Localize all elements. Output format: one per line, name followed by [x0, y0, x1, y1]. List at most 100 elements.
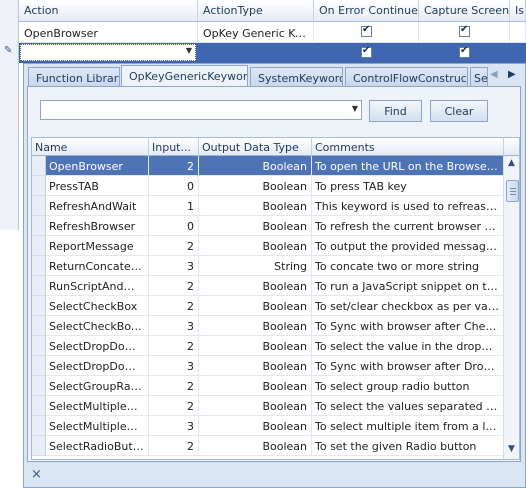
- on-error-checkbox[interactable]: ✔: [361, 45, 372, 58]
- table-row[interactable]: ReturnConcaten... 3 String To concate two o…: [32, 256, 504, 276]
- row-indicator[interactable]: [32, 356, 46, 376]
- cell-out: Boolean: [199, 176, 312, 196]
- cell-comment: This keyword is used to refreash bro...: [312, 196, 504, 216]
- cell-comment: To Sync with browser after CheckBo...: [312, 316, 504, 336]
- cell-comment: To Sync with browser after Dropdo...: [312, 356, 504, 376]
- cell-out: Boolean: [199, 416, 312, 436]
- cell-out: Boolean: [199, 196, 312, 216]
- table-row[interactable]: SelectMultipleDro... 2 Boolean To select th…: [32, 396, 504, 416]
- row-indicator[interactable]: [32, 156, 46, 176]
- row-indicator[interactable]: [32, 436, 46, 456]
- grid-cell-actiontype[interactable]: OpKey Generic Key...: [198, 22, 314, 43]
- row-indicator[interactable]: [32, 296, 46, 316]
- tab-systemkeyword[interactable]: SystemKeyword: [250, 67, 343, 87]
- table-row[interactable]: OpenBrowser 2 Boolean To open the URL on th…: [32, 156, 504, 176]
- cell-comment: To select multiple item from a list bo..…: [312, 416, 504, 436]
- table-row[interactable]: SelectRadioButton 2 Boolean To set the give…: [32, 436, 504, 456]
- tab-scroll-left-icon[interactable]: ◀: [490, 69, 498, 80]
- cell-name: RefreshAndWait: [46, 196, 149, 216]
- table-row[interactable]: SelectCheckBox 2 Boolean To set/clear check…: [32, 296, 504, 316]
- cell-inputs: 2: [149, 336, 199, 356]
- cell-name: ReportMessage: [46, 236, 149, 256]
- table-row[interactable]: SelectCheckBox... 3 Boolean To Sync with br…: [32, 316, 504, 336]
- cell-name: SelectMultipleDro...: [46, 396, 149, 416]
- col-header-name[interactable]: Name: [32, 138, 149, 156]
- scroll-thumb[interactable]: [506, 180, 519, 202]
- row-indicator[interactable]: [32, 216, 46, 236]
- cell-comment: To set the given Radio button: [312, 436, 504, 456]
- col-header-on-error-continue[interactable]: On Error Continue: [314, 0, 419, 22]
- tab-function-library[interactable]: Function Library: [28, 67, 120, 87]
- table-row[interactable]: SelectMultipleDro... 3 Boolean To select mu…: [32, 416, 504, 436]
- col-header-capture-screen[interactable]: Capture Screen: [419, 0, 510, 22]
- tab-more[interactable]: Se: [470, 67, 488, 87]
- close-icon[interactable]: ×: [31, 467, 42, 482]
- cell-inputs: 3: [149, 256, 199, 276]
- grid-cell-is[interactable]: [510, 22, 526, 43]
- tab-content: ▼ Find Clear Name Input... Output Data T…: [27, 86, 521, 462]
- dropdown-arrow-icon[interactable]: ▼: [186, 46, 192, 55]
- table-row[interactable]: PressTAB 0 Boolean To press TAB key: [32, 176, 504, 196]
- grid-cell-capture-2[interactable]: ✔: [419, 43, 510, 63]
- col-header-inputs[interactable]: Input...: [149, 138, 199, 156]
- grid-cell-capture[interactable]: ✔: [419, 22, 510, 43]
- table-row[interactable]: ReportMessage 2 Boolean To output the provi…: [32, 236, 504, 256]
- clear-button[interactable]: Clear: [430, 100, 488, 122]
- col-header-is[interactable]: Is: [510, 0, 526, 22]
- cell-out: Boolean: [199, 336, 312, 356]
- capture-screen-checkbox[interactable]: ✔: [459, 45, 470, 58]
- cell-comment: To output the provided message; us...: [312, 236, 504, 256]
- search-combo[interactable]: ▼: [40, 100, 362, 120]
- row-indicator[interactable]: [32, 336, 46, 356]
- cell-name: SelectCheckBox: [46, 296, 149, 316]
- grid-cell-action[interactable]: OpenBrowser: [19, 22, 198, 43]
- cell-out: Boolean: [199, 356, 312, 376]
- tab-opkeygenerickeyword[interactable]: OpKeyGenericKeyword: [121, 65, 248, 87]
- table-row[interactable]: RefreshBrowser 0 Boolean To refresh the cur…: [32, 216, 504, 236]
- cell-inputs: 3: [149, 416, 199, 436]
- cell-comment: To select group radio button: [312, 376, 504, 396]
- row-indicator[interactable]: [32, 396, 46, 416]
- col-header-action[interactable]: Action: [19, 0, 198, 22]
- scroll-up-icon[interactable]: ▲: [508, 158, 515, 168]
- dropdown-arrow-icon[interactable]: ▼: [352, 104, 358, 113]
- cell-comment: To refresh the current browser sessi...: [312, 216, 504, 236]
- action-combo[interactable]: ▼: [20, 44, 196, 61]
- capture-screen-checkbox[interactable]: ✔: [459, 24, 470, 37]
- col-header-filler: [504, 138, 519, 156]
- table-row[interactable]: RunScriptAndWait 2 Boolean To run a JavaScr…: [32, 276, 504, 296]
- cell-inputs: 0: [149, 176, 199, 196]
- cell-name: SelectDropDown...: [46, 336, 149, 356]
- cell-inputs: 1: [149, 196, 199, 216]
- col-header-actiontype[interactable]: ActionType: [198, 0, 314, 22]
- cell-inputs: 2: [149, 396, 199, 416]
- row-indicator[interactable]: [32, 376, 46, 396]
- cell-out: Boolean: [199, 216, 312, 236]
- col-header-comments[interactable]: Comments: [312, 138, 504, 156]
- row-indicator[interactable]: [32, 196, 46, 216]
- col-header-output-type[interactable]: Output Data Type: [199, 138, 312, 156]
- table-row[interactable]: SelectGroupRadi... 2 Boolean To select grou…: [32, 376, 504, 396]
- grid-cell-on-error-2[interactable]: ✔: [314, 43, 419, 63]
- scroll-down-icon[interactable]: ▼: [508, 444, 515, 454]
- table-row[interactable]: SelectDropDown... 3 Boolean To Sync with br…: [32, 356, 504, 376]
- vertical-scrollbar[interactable]: ▲ ▼: [503, 156, 519, 459]
- table-row[interactable]: RefreshAndWait 1 Boolean This keyword is us…: [32, 196, 504, 216]
- row-indicator[interactable]: [32, 176, 46, 196]
- table-row[interactable]: SelectDropDown... 2 Boolean To select the v…: [32, 336, 504, 356]
- edit-row-indicator-icon: ✎: [4, 45, 13, 56]
- row-indicator[interactable]: [32, 256, 46, 276]
- cell-out: Boolean: [199, 296, 312, 316]
- cell-name: PressTAB: [46, 176, 149, 196]
- find-button[interactable]: Find: [369, 100, 422, 122]
- grid-cell-on-error[interactable]: ✔: [314, 22, 419, 43]
- row-indicator[interactable]: [32, 416, 46, 436]
- on-error-checkbox[interactable]: ✔: [361, 24, 372, 37]
- cell-name: SelectGroupRadi...: [46, 376, 149, 396]
- row-indicator[interactable]: [32, 316, 46, 336]
- row-indicator[interactable]: [32, 276, 46, 296]
- tab-controlflowconstruct[interactable]: ControlFlowConstruct: [345, 67, 468, 87]
- tab-scroll-right-icon[interactable]: ▶: [508, 69, 516, 80]
- row-indicator[interactable]: [32, 236, 46, 256]
- cell-out: Boolean: [199, 376, 312, 396]
